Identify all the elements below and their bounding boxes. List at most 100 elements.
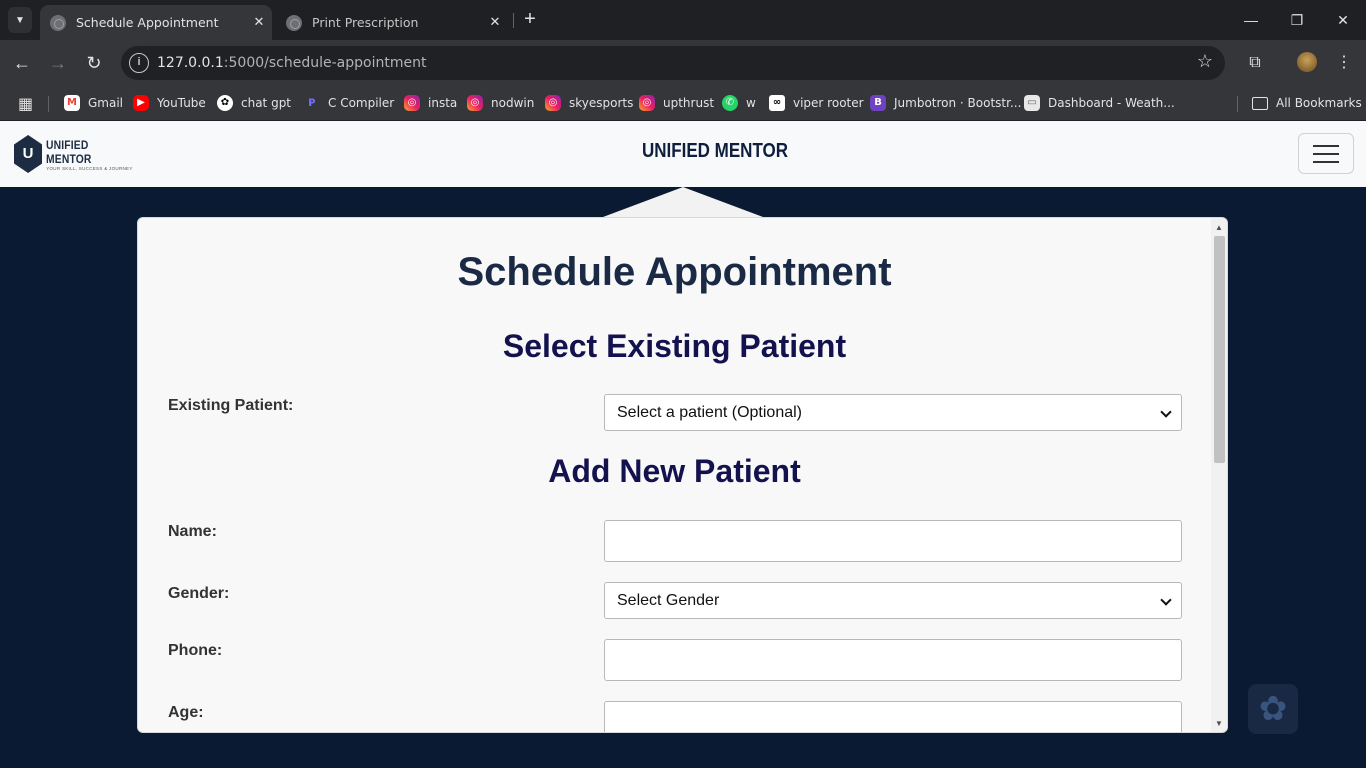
hamburger-icon — [1313, 145, 1339, 147]
bookmark-insta[interactable]: ◎ insta — [404, 92, 457, 114]
scroll-down-icon[interactable]: ▼ — [1215, 719, 1223, 728]
bookmark-label: C Compiler — [328, 96, 395, 110]
phone-input[interactable] — [604, 639, 1182, 681]
existing-patient-heading: Select Existing Patient — [502, 328, 847, 364]
url-host: 127.0.0.1 — [157, 55, 224, 71]
bookmark-label: Gmail — [88, 96, 124, 110]
bookmark-dashboard[interactable]: ▭ Dashboard - Weath... — [1024, 92, 1175, 114]
gender-label: Gender: — [168, 585, 230, 602]
scroll-up-icon[interactable]: ▲ — [1215, 223, 1223, 232]
youtube-icon: ▶ — [133, 95, 149, 111]
bookmark-chatgpt[interactable]: ✿ chat gpt — [217, 92, 291, 114]
compiler-icon: ᴘ — [308, 95, 316, 110]
bookmark-youtube[interactable]: ▶ YouTube — [133, 92, 206, 114]
tab-title: Print Prescription — [312, 15, 419, 30]
page-title: Schedule Appointment — [457, 250, 892, 294]
tab-close-icon[interactable]: ✕ — [246, 15, 272, 30]
hamburger-bar — [1313, 153, 1339, 155]
bookmark-label: w — [746, 96, 756, 110]
card-scrollbar[interactable]: ▲ ▼ — [1211, 218, 1227, 732]
bookmark-jumbotron[interactable]: B Jumbotron · Bootstr... — [870, 92, 1021, 114]
extensions-icon[interactable]: ⧉ — [1241, 49, 1269, 77]
menu-kebab-icon[interactable]: ⋮ — [1330, 49, 1358, 77]
scrollbar-thumb[interactable] — [1214, 236, 1225, 463]
all-bookmarks-button[interactable]: All Bookmarks — [1252, 92, 1362, 114]
bookmark-nodwin[interactable]: ◎ nodwin — [467, 92, 534, 114]
name-label: Name: — [168, 523, 217, 540]
url-path: :5000/schedule-appointment — [223, 55, 427, 71]
brand-title[interactable]: UNIFIED MENTOR — [600, 140, 830, 163]
logo-tagline: YOUR SKILL, SUCCESS & JOURNEY — [46, 165, 133, 171]
bookmark-label: skyesports — [569, 96, 634, 110]
name-input[interactable] — [604, 520, 1182, 562]
new-patient-heading: Add New Patient — [548, 453, 801, 489]
bootstrap-icon: B — [870, 95, 886, 111]
bookmark-label: Jumbotron · Bootstr... — [894, 96, 1022, 110]
existing-patient-select[interactable]: Select a patient (Optional) — [604, 394, 1182, 431]
dashboard-icon: ▭ — [1024, 95, 1040, 111]
new-tab-button[interactable]: + — [518, 8, 542, 32]
tab-divider — [513, 13, 514, 28]
bookmark-label: YouTube — [157, 96, 206, 110]
bookmark-viper-rooter[interactable]: ∞ viper rooter — [769, 92, 864, 114]
instagram-icon: ◎ — [467, 95, 483, 111]
profile-avatar[interactable] — [1297, 52, 1317, 72]
globe-icon — [286, 14, 302, 31]
navbar-toggle-button[interactable] — [1298, 133, 1354, 174]
whatsapp-icon: ✆ — [722, 95, 738, 111]
site-logo[interactable]: U UNIFIED MENTOR YOUR SKILL, SUCCESS & J… — [14, 134, 134, 174]
site-info-icon[interactable]: i — [129, 53, 149, 73]
all-bookmarks-label: All Bookmarks — [1276, 96, 1362, 110]
logo-name: UNIFIED MENTOR — [46, 137, 92, 166]
gender-select[interactable]: Select Gender — [604, 582, 1182, 619]
instagram-icon: ◎ — [404, 95, 420, 111]
logo-mark-icon: U — [14, 135, 43, 173]
phone-label: Phone: — [168, 642, 223, 659]
minimize-button[interactable]: — — [1228, 0, 1274, 40]
bookmark-divider — [48, 96, 49, 112]
chatgpt-icon: ✿ — [217, 95, 233, 111]
tab-schedule-appointment[interactable]: Schedule Appointment ✕ — [40, 5, 272, 40]
hamburger-bar — [1313, 161, 1339, 163]
bookmark-label: insta — [428, 96, 458, 110]
viper-icon: ∞ — [769, 95, 785, 111]
age-input[interactable] — [604, 701, 1182, 732]
address-bar[interactable]: i 127.0.0.1:5000/schedule-appointment ☆ — [121, 46, 1225, 80]
bookmark-skyesports[interactable]: ◎ skyesports — [545, 92, 633, 114]
forward-button[interactable]: → — [44, 49, 72, 77]
bookmark-label: nodwin — [491, 96, 535, 110]
tab-search-button[interactable]: ▼ — [8, 7, 32, 33]
instagram-icon: ◎ — [545, 95, 561, 111]
url-text[interactable]: 127.0.0.1:5000/schedule-appointment — [157, 55, 426, 71]
tab-print-prescription[interactable]: Print Prescription ✕ — [276, 5, 508, 40]
apps-grid-icon[interactable]: ▦ — [18, 92, 33, 114]
tab-title: Schedule Appointment — [76, 15, 219, 30]
restore-button[interactable]: ❐ — [1274, 0, 1320, 40]
bookmark-label: viper rooter — [793, 96, 864, 110]
bookmark-divider — [1237, 96, 1238, 112]
reload-button[interactable]: ↻ — [80, 49, 108, 77]
logo-text: UNIFIED MENTOR YOUR SKILL, SUCCESS & JOU… — [46, 138, 134, 171]
bookmark-upthrust[interactable]: ◎ upthrust — [639, 92, 714, 114]
tab-close-icon[interactable]: ✕ — [482, 15, 508, 30]
decorative-shape — [603, 187, 763, 217]
bookmark-label: chat gpt — [241, 96, 292, 110]
bookmark-label: Dashboard - Weath... — [1048, 96, 1175, 110]
gmail-icon: M — [64, 95, 80, 111]
bookmark-c-compiler[interactable]: ᴘ C Compiler — [304, 92, 394, 114]
browser-toolbar: ← → ↻ i 127.0.0.1:5000/schedule-appointm… — [0, 40, 1366, 86]
folder-icon — [1252, 96, 1268, 110]
bookmark-whatsapp[interactable]: ✆ w — [722, 92, 756, 114]
back-button[interactable]: ← — [8, 49, 36, 77]
close-window-button[interactable]: ✕ — [1320, 0, 1366, 40]
appointment-form-card: Schedule Appointment Select Existing Pat… — [137, 217, 1228, 733]
age-label: Age: — [168, 704, 204, 721]
assistant-widget-icon[interactable]: ✿ — [1248, 684, 1298, 734]
bookmark-label: upthrust — [663, 96, 715, 110]
globe-icon — [50, 14, 66, 31]
bookmarks-bar: ▦ M Gmail ▶ YouTube ✿ chat gpt ᴘC Compiler … — [0, 86, 1366, 121]
bookmark-star-icon[interactable]: ☆ — [1197, 51, 1213, 72]
bookmark-gmail[interactable]: M Gmail — [64, 92, 123, 114]
instagram-icon: ◎ — [639, 95, 655, 111]
existing-patient-label: Existing Patient: — [168, 397, 294, 414]
